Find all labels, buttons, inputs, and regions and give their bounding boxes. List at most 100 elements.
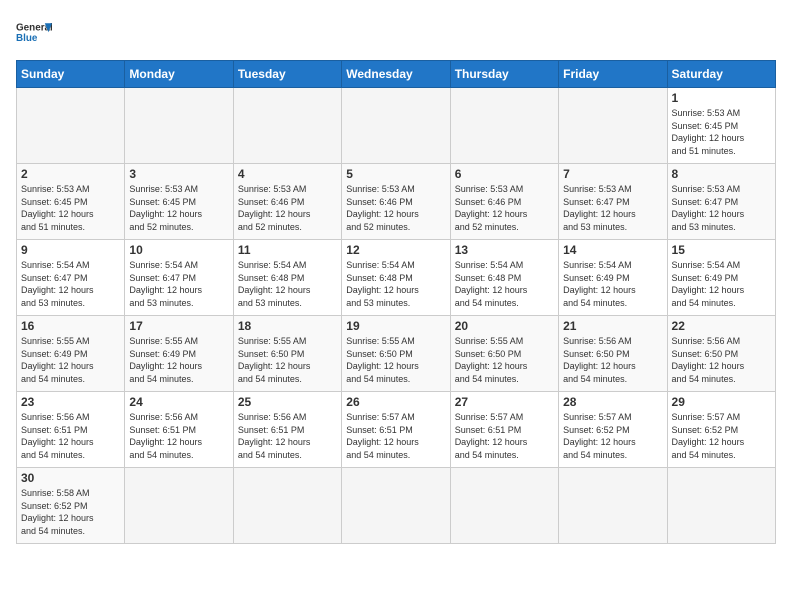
day-number: 15 (672, 243, 771, 257)
calendar-day-cell: 18 Sunrise: 5:55 AM Sunset: 6:50 PM Dayli… (233, 316, 341, 392)
calendar-day-cell: 30Sunrise: 5:58 AM Sunset: 6:52 PM Dayli… (17, 468, 125, 544)
calendar-day-cell (667, 468, 775, 544)
day-info: Sunrise: 5:53 AM Sunset: 6:45 PM Dayligh… (129, 183, 228, 233)
calendar-day-cell (450, 88, 558, 164)
calendar-week-row: 2 Sunrise: 5:53 AM Sunset: 6:45 PM Daylig… (17, 164, 776, 240)
day-info: Sunrise: 5:53 AM Sunset: 6:45 PM Dayligh… (21, 183, 120, 233)
day-number: 17 (129, 319, 228, 333)
calendar-day-cell: 17 Sunrise: 5:55 AM Sunset: 6:49 PM Dayli… (125, 316, 233, 392)
day-number: 5 (346, 167, 445, 181)
calendar-day-cell: 24 Sunrise: 5:56 AM Sunset: 6:51 PM Dayli… (125, 392, 233, 468)
day-info: Sunrise: 5:56 AM Sunset: 6:51 PM Dayligh… (21, 411, 120, 461)
day-info: Sunrise: 5:56 AM Sunset: 6:50 PM Dayligh… (672, 335, 771, 385)
calendar-day-cell: 27Sunrise: 5:57 AM Sunset: 6:51 PM Dayli… (450, 392, 558, 468)
calendar-day-cell (17, 88, 125, 164)
day-info: Sunrise: 5:57 AM Sunset: 6:52 PM Dayligh… (563, 411, 662, 461)
day-info: Sunrise: 5:57 AM Sunset: 6:52 PM Dayligh… (672, 411, 771, 461)
day-info: Sunrise: 5:54 AM Sunset: 6:48 PM Dayligh… (455, 259, 554, 309)
calendar-week-row: 23 Sunrise: 5:56 AM Sunset: 6:51 PM Dayli… (17, 392, 776, 468)
calendar-day-cell: 5 Sunrise: 5:53 AM Sunset: 6:46 PM Daylig… (342, 164, 450, 240)
day-info: Sunrise: 5:54 AM Sunset: 6:47 PM Dayligh… (129, 259, 228, 309)
day-number: 22 (672, 319, 771, 333)
day-number: 19 (346, 319, 445, 333)
day-number: 21 (563, 319, 662, 333)
calendar-day-cell (342, 88, 450, 164)
day-info: Sunrise: 5:56 AM Sunset: 6:50 PM Dayligh… (563, 335, 662, 385)
day-number: 2 (21, 167, 120, 181)
day-info: Sunrise: 5:55 AM Sunset: 6:50 PM Dayligh… (455, 335, 554, 385)
weekday-header-monday: Monday (125, 61, 233, 88)
calendar-day-cell: 13 Sunrise: 5:54 AM Sunset: 6:48 PM Dayli… (450, 240, 558, 316)
calendar-day-cell: 8Sunrise: 5:53 AM Sunset: 6:47 PM Daylig… (667, 164, 775, 240)
calendar-day-cell: 19 Sunrise: 5:55 AM Sunset: 6:50 PM Dayli… (342, 316, 450, 392)
weekday-header-sunday: Sunday (17, 61, 125, 88)
calendar-day-cell: 11Sunrise: 5:54 AM Sunset: 6:48 PM Dayli… (233, 240, 341, 316)
page-header: General Blue (16, 16, 776, 52)
day-number: 20 (455, 319, 554, 333)
day-number: 6 (455, 167, 554, 181)
day-info: Sunrise: 5:57 AM Sunset: 6:51 PM Dayligh… (346, 411, 445, 461)
calendar-day-cell (450, 468, 558, 544)
calendar-week-row: 9Sunrise: 5:54 AM Sunset: 6:47 PM Daylig… (17, 240, 776, 316)
calendar-day-cell: 16Sunrise: 5:55 AM Sunset: 6:49 PM Dayli… (17, 316, 125, 392)
day-number: 24 (129, 395, 228, 409)
day-info: Sunrise: 5:54 AM Sunset: 6:49 PM Dayligh… (563, 259, 662, 309)
calendar-day-cell: 15Sunrise: 5:54 AM Sunset: 6:49 PM Dayli… (667, 240, 775, 316)
day-number: 7 (563, 167, 662, 181)
calendar-day-cell: 1Sunrise: 5:53 AM Sunset: 6:45 PM Daylig… (667, 88, 775, 164)
calendar-day-cell: 10 Sunrise: 5:54 AM Sunset: 6:47 PM Dayli… (125, 240, 233, 316)
calendar-day-cell (342, 468, 450, 544)
calendar-week-row: 1Sunrise: 5:53 AM Sunset: 6:45 PM Daylig… (17, 88, 776, 164)
day-number: 23 (21, 395, 120, 409)
day-number: 30 (21, 471, 120, 485)
calendar-day-cell (233, 468, 341, 544)
calendar-day-cell: 12 Sunrise: 5:54 AM Sunset: 6:48 PM Dayli… (342, 240, 450, 316)
svg-text:Blue: Blue (16, 33, 38, 44)
calendar-day-cell: 23 Sunrise: 5:56 AM Sunset: 6:51 PM Dayli… (17, 392, 125, 468)
calendar-day-cell: 29Sunrise: 5:57 AM Sunset: 6:52 PM Dayli… (667, 392, 775, 468)
calendar-day-cell: 9Sunrise: 5:54 AM Sunset: 6:47 PM Daylig… (17, 240, 125, 316)
day-info: Sunrise: 5:54 AM Sunset: 6:48 PM Dayligh… (238, 259, 337, 309)
day-number: 16 (21, 319, 120, 333)
day-number: 18 (238, 319, 337, 333)
day-info: Sunrise: 5:55 AM Sunset: 6:50 PM Dayligh… (238, 335, 337, 385)
generalblue-logo-icon: General Blue (16, 16, 52, 52)
day-number: 28 (563, 395, 662, 409)
calendar-day-cell: 7Sunrise: 5:53 AM Sunset: 6:47 PM Daylig… (559, 164, 667, 240)
calendar-day-cell: 14 Sunrise: 5:54 AM Sunset: 6:49 PM Dayli… (559, 240, 667, 316)
day-number: 10 (129, 243, 228, 257)
day-info: Sunrise: 5:56 AM Sunset: 6:51 PM Dayligh… (129, 411, 228, 461)
day-info: Sunrise: 5:56 AM Sunset: 6:51 PM Dayligh… (238, 411, 337, 461)
day-info: Sunrise: 5:55 AM Sunset: 6:50 PM Dayligh… (346, 335, 445, 385)
calendar-week-row: 16 Sunrise: 5:55 AM Sunset: 6:49 PM Dayli… (17, 316, 776, 392)
calendar-day-cell (125, 468, 233, 544)
weekday-header-thursday: Thursday (450, 61, 558, 88)
day-number: 13 (455, 243, 554, 257)
calendar-day-cell (559, 88, 667, 164)
day-info: Sunrise: 5:55 AM Sunset: 6:49 PM Dayligh… (129, 335, 228, 385)
logo: General Blue (16, 16, 52, 52)
day-info: Sunrise: 5:54 AM Sunset: 6:48 PM Dayligh… (346, 259, 445, 309)
calendar-day-cell: 6Sunrise: 5:53 AM Sunset: 6:46 PM Daylig… (450, 164, 558, 240)
calendar-day-cell: 26Sunrise: 5:57 AM Sunset: 6:51 PM Dayli… (342, 392, 450, 468)
calendar-day-cell: 2 Sunrise: 5:53 AM Sunset: 6:45 PM Daylig… (17, 164, 125, 240)
day-info: Sunrise: 5:53 AM Sunset: 6:46 PM Dayligh… (238, 183, 337, 233)
weekday-header-tuesday: Tuesday (233, 61, 341, 88)
day-number: 14 (563, 243, 662, 257)
day-info: Sunrise: 5:53 AM Sunset: 6:46 PM Dayligh… (346, 183, 445, 233)
day-number: 27 (455, 395, 554, 409)
day-info: Sunrise: 5:53 AM Sunset: 6:45 PM Dayligh… (672, 107, 771, 157)
calendar-table: SundayMondayTuesdayWednesdayThursdayFrid… (16, 60, 776, 544)
calendar-day-cell: 28 Sunrise: 5:57 AM Sunset: 6:52 PM Dayli… (559, 392, 667, 468)
weekday-header-friday: Friday (559, 61, 667, 88)
calendar-day-cell: 4 Sunrise: 5:53 AM Sunset: 6:46 PM Daylig… (233, 164, 341, 240)
calendar-day-cell (233, 88, 341, 164)
day-info: Sunrise: 5:53 AM Sunset: 6:47 PM Dayligh… (672, 183, 771, 233)
day-number: 4 (238, 167, 337, 181)
day-number: 12 (346, 243, 445, 257)
calendar-day-cell (559, 468, 667, 544)
calendar-day-cell: 20 Sunrise: 5:55 AM Sunset: 6:50 PM Dayli… (450, 316, 558, 392)
day-info: Sunrise: 5:54 AM Sunset: 6:47 PM Dayligh… (21, 259, 120, 309)
calendar-week-row: 30Sunrise: 5:58 AM Sunset: 6:52 PM Dayli… (17, 468, 776, 544)
calendar-day-cell: 22 Sunrise: 5:56 AM Sunset: 6:50 PM Dayli… (667, 316, 775, 392)
